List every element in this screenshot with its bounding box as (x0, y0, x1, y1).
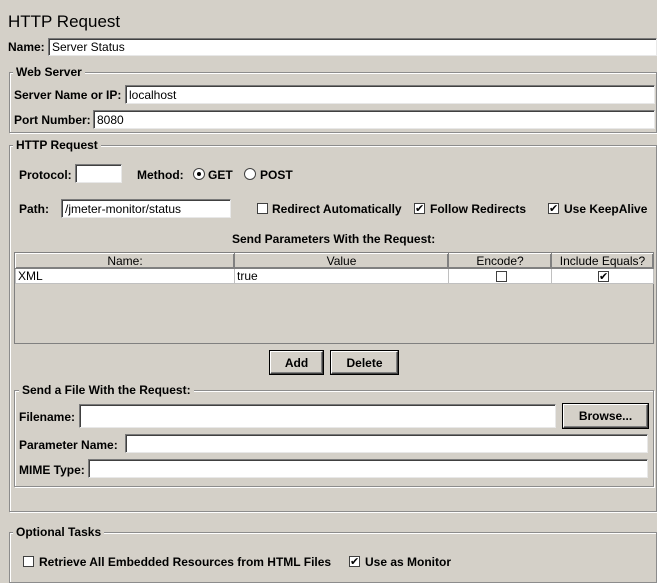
column-header-encode[interactable]: Encode? (448, 253, 552, 269)
retrieve-embedded-label: Retrieve All Embedded Resources from HTM… (39, 555, 332, 569)
server-name-label: Server Name or IP: (14, 88, 122, 102)
name-field[interactable] (48, 38, 657, 56)
mime-type-field[interactable] (88, 459, 648, 478)
method-post-radio[interactable] (244, 168, 256, 180)
method-get-label: GET (208, 168, 233, 182)
delete-button[interactable]: Delete (331, 351, 398, 374)
server-name-field[interactable] (125, 85, 655, 104)
radio-selected-dot (197, 172, 201, 176)
redirect-automatically-checkbox[interactable] (257, 203, 268, 214)
follow-redirects-label: Follow Redirects (430, 202, 527, 216)
param-include-equals-cell: ✔ (551, 268, 654, 284)
port-number-label: Port Number: (14, 113, 91, 127)
column-header-name[interactable]: Name: (15, 253, 235, 269)
web-server-title: Web Server (13, 65, 85, 79)
use-as-monitor-checkbox[interactable]: ✔ (349, 556, 360, 567)
param-name-cell[interactable]: XML (15, 268, 235, 284)
filename-field[interactable] (79, 404, 556, 428)
method-label: Method: (137, 168, 184, 182)
send-parameters-title: Send Parameters With the Request: (232, 232, 436, 246)
column-header-value[interactable]: Value (234, 253, 449, 269)
optional-tasks-title: Optional Tasks (13, 525, 105, 539)
path-field[interactable] (61, 199, 231, 218)
use-keepalive-checkbox[interactable]: ✔ (548, 203, 559, 214)
mime-type-label: MIME Type: (19, 463, 85, 477)
protocol-label: Protocol: (19, 168, 72, 182)
retrieve-embedded-checkbox[interactable] (23, 556, 34, 567)
protocol-field[interactable] (75, 164, 122, 183)
redirect-automatically-label: Redirect Automatically (272, 202, 402, 216)
add-button[interactable]: Add (270, 351, 323, 374)
filename-label: Filename: (19, 410, 76, 424)
use-keepalive-label: Use KeepAlive (564, 202, 648, 216)
table-header-row: Name: Value Encode? Include Equals? (15, 253, 654, 269)
follow-redirects-checkbox[interactable]: ✔ (414, 203, 425, 214)
method-post-label: POST (260, 168, 293, 182)
browse-button[interactable]: Browse... (563, 404, 648, 428)
column-header-include-equals[interactable]: Include Equals? (551, 253, 654, 269)
port-number-field[interactable] (93, 110, 655, 129)
parameters-table: Name: Value Encode? Include Equals? XML … (15, 253, 654, 284)
use-as-monitor-label: Use as Monitor (365, 555, 452, 569)
page-title: HTTP Request (8, 12, 121, 31)
name-label: Name: (8, 40, 45, 54)
path-label: Path: (19, 202, 49, 216)
http-request-title: HTTP Request (13, 138, 101, 152)
include-equals-checkbox[interactable]: ✔ (598, 271, 609, 283)
encode-checkbox[interactable] (495, 271, 507, 283)
send-file-title: Send a File With the Request: (19, 383, 194, 397)
table-row[interactable]: XML true ✔ (15, 268, 654, 284)
param-encode-cell (448, 268, 552, 284)
param-value-cell[interactable]: true (234, 268, 449, 284)
method-get-radio[interactable] (193, 168, 205, 180)
parameter-name-label: Parameter Name: (19, 438, 118, 452)
parameter-name-field[interactable] (125, 434, 648, 453)
